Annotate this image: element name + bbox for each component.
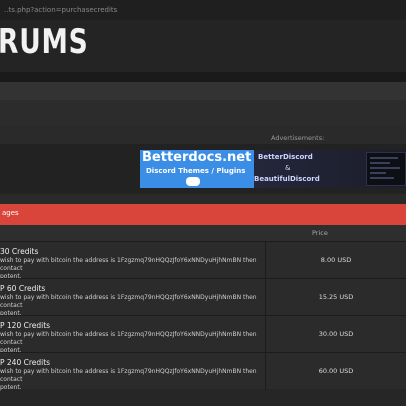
header-divider [0, 72, 406, 82]
package-price: 60.00 USD [318, 367, 354, 375]
package-info: P 240 Credits wish to pay with bitcoin t… [0, 353, 266, 391]
package-description: wish to pay with bitcoin the address is … [0, 368, 257, 391]
ad-brand-bottom: BeautifulDiscord [254, 175, 320, 183]
package-price: 30.00 USD [318, 330, 354, 338]
package-row[interactable]: P 60 Credits wish to pay with bitcoin th… [0, 278, 406, 317]
ad-banner[interactable]: Betterdocs.net Discord Themes / Plugins … [140, 150, 406, 188]
ad-screenshot-image [366, 152, 406, 186]
package-info: 30 Credits wish to pay with bitcoin the … [0, 242, 266, 280]
package-name: 30 Credits [0, 247, 39, 256]
url-text: ..ts.php?action=purchasecredits [4, 6, 118, 14]
ad-title: Betterdocs.net [142, 150, 252, 165]
packages-table-header: ages [0, 204, 406, 225]
package-name: P 120 Credits [0, 321, 51, 330]
package-price: 8.00 USD [320, 256, 352, 264]
ad-subtitle: Discord Themes / Plugins [146, 167, 246, 175]
packages-title: ages [2, 209, 19, 217]
package-row[interactable]: P 240 Credits wish to pay with bitcoin t… [0, 352, 406, 391]
package-price: 15.25 USD [318, 293, 354, 301]
package-row[interactable]: P 120 Credits wish to pay with bitcoin t… [0, 315, 406, 354]
price-column-header: Price [312, 229, 328, 237]
site-header: RUMS [0, 20, 406, 72]
address-bar[interactable]: ..ts.php?action=purchasecredits [0, 0, 406, 20]
site-logo[interactable]: RUMS [0, 22, 89, 62]
ad-brand-top: BetterDiscord [258, 153, 313, 161]
content-spacer [0, 100, 406, 126]
nav-bar [0, 82, 406, 100]
package-row[interactable]: 30 Credits wish to pay with bitcoin the … [0, 241, 406, 280]
package-name: P 240 Credits [0, 358, 51, 367]
package-info: P 120 Credits wish to pay with bitcoin t… [0, 316, 266, 354]
discord-icon [186, 177, 200, 186]
ad-ampersand: & [285, 164, 291, 172]
advertisements-label: Advertisements: [271, 134, 325, 142]
column-headers: Price [0, 225, 406, 241]
package-name: P 60 Credits [0, 284, 46, 293]
package-info: P 60 Credits wish to pay with bitcoin th… [0, 279, 266, 317]
